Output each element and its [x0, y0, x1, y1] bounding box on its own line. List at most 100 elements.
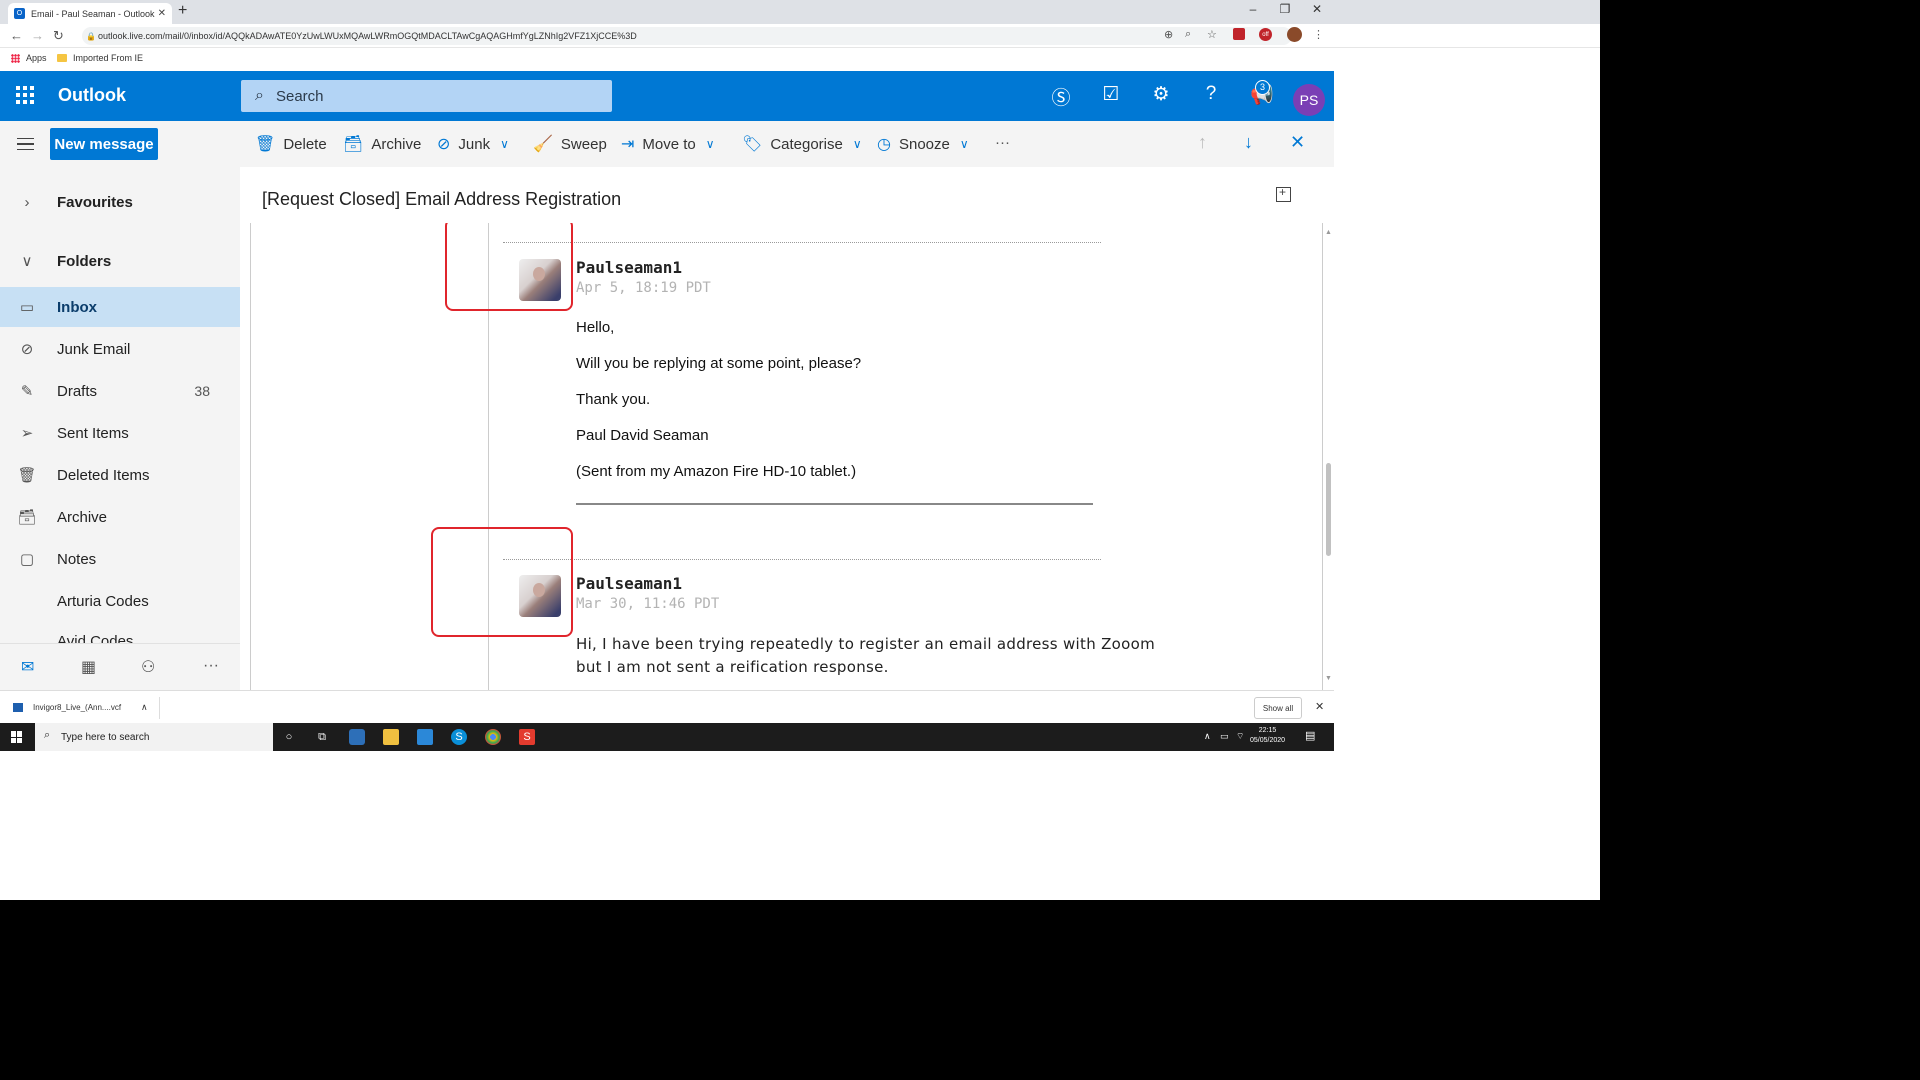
new-tab-button[interactable]: + [178, 2, 187, 20]
wifi-icon[interactable]: ⌔ [1236, 731, 1244, 742]
reload-icon[interactable]: ↻ [53, 28, 64, 44]
archive-button[interactable]: 🗃 Archive [343, 134, 421, 154]
taskbar-search[interactable]: ⌕ Type here to search [35, 723, 273, 751]
move-to-label: Move to [642, 135, 696, 153]
help-icon[interactable]: ? [1197, 83, 1225, 105]
sidebar-item-inbox[interactable]: ▭ Inbox [0, 287, 240, 327]
reading-scrollbar[interactable]: ▲ ▼ [1324, 223, 1334, 690]
calendar-icon[interactable]: ▦ [81, 657, 96, 677]
delete-button[interactable]: 🗑 Delete [255, 134, 327, 154]
previous-item-arrow-icon[interactable]: ↑ [1198, 132, 1207, 153]
search-icon: ⌕ [255, 87, 264, 104]
mail-icon[interactable]: ✉ [21, 657, 34, 677]
scroll-down-arrow-icon[interactable]: ▼ [1325, 675, 1332, 682]
extension-shield-icon[interactable] [1233, 28, 1245, 40]
folder-icon [57, 54, 67, 62]
snooze-label: Snooze [898, 135, 950, 153]
more-apps-icon[interactable]: ··· [203, 657, 219, 675]
bookmark-imported-from-ie[interactable]: Imported From IE [57, 53, 143, 63]
junk-label: Junk [458, 135, 491, 153]
task-view-icon[interactable]: ⧉ [314, 729, 330, 745]
search-box[interactable]: ⌕ Search [241, 80, 612, 112]
minimize-icon[interactable]: – [1238, 2, 1268, 16]
scroll-up-arrow-icon[interactable]: ▲ [1325, 229, 1332, 236]
note-icon: ▢ [19, 551, 35, 568]
app-name[interactable]: Outlook [58, 85, 126, 106]
snagit-icon[interactable]: S [519, 729, 535, 745]
chrome-icon[interactable] [485, 729, 501, 745]
outlook-header: Outlook ⌕ Search Ⓢ ☑ ⚙ ? 📢 [0, 71, 1334, 121]
chevron-down-icon[interactable]: ∨ [706, 137, 715, 151]
download-shelf: Invigor8_Live_(Ann....vcf ∧ Show all ✕ [0, 690, 1334, 723]
app-icon[interactable] [349, 729, 365, 745]
screen: O Email - Paul Seaman - Outlook ✕ + – ❐ … [0, 0, 1600, 900]
cortana-icon[interactable]: ○ [281, 729, 297, 745]
snooze-button[interactable]: ◷ Snooze ∨ [877, 134, 969, 154]
archive-icon: 🗃 [17, 509, 37, 526]
account-avatar[interactable]: PS [1293, 84, 1325, 116]
sender-name: Paulseaman1 [576, 574, 682, 593]
sweep-button[interactable]: 🧹 Sweep [533, 134, 607, 154]
sidebar-item-sent-items[interactable]: ➢ Sent Items [0, 413, 240, 453]
annotation-highlight-box [431, 527, 573, 637]
chrome-menu-icon[interactable]: ⋮ [1313, 28, 1324, 41]
people-icon[interactable]: ⚇ [141, 657, 155, 677]
url-field[interactable]: 🔒 outlook.live.com/mail/0/inbox/id/AQQkA… [82, 27, 1292, 45]
windows-start-icon[interactable] [11, 731, 23, 743]
download-item[interactable]: Invigor8_Live_(Ann....vcf ∧ [13, 702, 148, 713]
favourites-group[interactable]: › Favourites [0, 182, 240, 222]
chrome-profile-avatar[interactable] [1287, 27, 1302, 42]
close-tab-icon[interactable]: ✕ [158, 8, 166, 19]
junk-button[interactable]: ⊘ Junk ∨ [437, 134, 509, 154]
show-all-button[interactable]: Show all [1254, 697, 1302, 719]
skype-icon[interactable]: S [451, 729, 467, 745]
sidebar-item-deleted-items[interactable]: 🗑 Deleted Items [0, 455, 240, 495]
chevron-up-icon[interactable]: ∧ [141, 702, 148, 713]
sidebar-item-avid-codes[interactable]: Avid Codes [0, 623, 240, 643]
mail-app-icon[interactable] [417, 729, 433, 745]
window-close-icon[interactable]: ✕ [1302, 2, 1332, 16]
close-reading-icon[interactable]: ✕ [1290, 132, 1305, 153]
sender-name: Paulseaman1 [576, 258, 682, 277]
chevron-down-icon[interactable]: ∨ [853, 137, 862, 151]
move-to-button[interactable]: ⇥ Move to ∨ [621, 134, 715, 154]
scroll-thumb[interactable] [1326, 463, 1331, 556]
app-launcher-icon[interactable] [16, 86, 34, 104]
chevron-down-icon[interactable]: ∨ [500, 137, 509, 151]
sidebar-item-drafts[interactable]: ✎ Drafts 38 [0, 371, 240, 411]
categorise-button[interactable]: 🏷 Categorise ∨ [742, 134, 862, 154]
message-divider [576, 503, 1093, 505]
close-download-shelf-icon[interactable]: ✕ [1315, 700, 1324, 713]
bookmark-apps[interactable]: Apps [11, 53, 47, 63]
battery-icon[interactable]: ▭ [1220, 731, 1229, 742]
restore-icon[interactable]: ❐ [1270, 2, 1300, 16]
sidebar-item-archive[interactable]: 🗃 Archive [0, 497, 240, 537]
bookmark-star-icon[interactable]: ☆ [1207, 28, 1217, 41]
file-explorer-icon[interactable] [383, 729, 399, 745]
extension-badge-icon[interactable]: off [1259, 28, 1272, 41]
browser-tab[interactable]: O Email - Paul Seaman - Outlook ✕ [8, 3, 172, 24]
folders-group[interactable]: ∨ Folders [0, 241, 240, 281]
apps-grid-icon [11, 53, 20, 63]
hamburger-menu-icon[interactable] [17, 138, 34, 150]
sidebar-item-arturia-codes[interactable]: Arturia Codes [0, 581, 240, 621]
chevron-down-icon[interactable]: ∨ [960, 137, 969, 151]
next-item-arrow-icon[interactable]: ↓ [1244, 132, 1253, 153]
open-in-new-window-icon[interactable] [1276, 185, 1291, 202]
action-center-icon[interactable]: ▤ [1305, 729, 1315, 742]
forward-icon[interactable]: → [31, 28, 44, 43]
zoom-icon[interactable]: ⌕ [1185, 28, 1191, 41]
sidebar-item-notes[interactable]: ▢ Notes [0, 539, 240, 579]
new-message-button[interactable]: New message [50, 128, 158, 160]
settings-gear-icon[interactable]: ⚙ [1147, 83, 1175, 106]
sidebar-item-junk-email[interactable]: ⊘ Junk Email [0, 329, 240, 369]
skype-icon[interactable]: Ⓢ [1047, 83, 1075, 110]
my-day-icon[interactable]: ☑ [1097, 83, 1125, 106]
taskbar-clock[interactable]: 22:15 05/05/2020 [1250, 726, 1285, 746]
tray-chevron-icon[interactable]: ∧ [1204, 731, 1211, 742]
more-actions-button[interactable]: ··· [995, 134, 1010, 151]
install-icon[interactable]: ⊕ [1164, 28, 1173, 41]
back-icon[interactable]: ← [10, 28, 23, 43]
pencil-icon: ✎ [20, 383, 34, 400]
broom-icon: 🧹 [533, 136, 553, 153]
